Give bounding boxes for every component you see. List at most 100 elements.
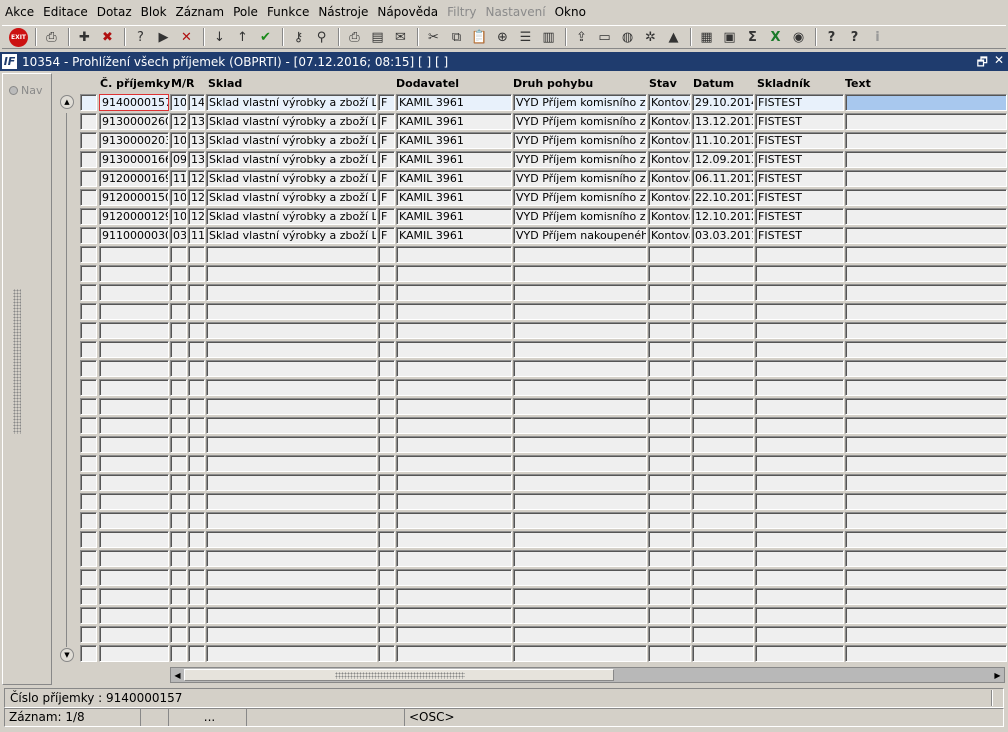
cell-mesic[interactable]: 10 [170,132,187,149]
cell-cislo[interactable] [99,417,169,434]
cell-skladnik[interactable] [755,474,844,491]
cell-text[interactable] [845,132,1007,149]
cell-datum[interactable]: 12.09.2013 [692,151,754,168]
cell-dodavatel[interactable] [396,607,512,624]
cell-text[interactable] [845,208,1007,225]
cell-text[interactable] [845,588,1007,605]
cell-stav[interactable] [648,360,691,377]
cell-flag[interactable]: F [378,208,395,225]
cell-cislo[interactable] [99,531,169,548]
cell-flag[interactable]: F [378,189,395,206]
cell-cislo[interactable] [99,588,169,605]
cell-flag[interactable]: F [378,227,395,244]
cell-dodavatel[interactable] [396,474,512,491]
row-indicator[interactable] [80,284,97,301]
row-indicator[interactable] [80,569,97,586]
cell-mesic[interactable] [170,588,187,605]
cell-skladnik[interactable]: FISTEST [755,94,844,111]
cell-datum[interactable]: 22.10.2012 [692,189,754,206]
table-row[interactable] [80,436,1008,455]
zoom-button[interactable]: ⊕ [492,27,513,48]
cell-skladnik[interactable]: FISTEST [755,151,844,168]
cell-stav[interactable] [648,588,691,605]
table-row[interactable] [80,455,1008,474]
cell-stav[interactable]: Kontová [648,132,691,149]
row-indicator[interactable] [80,455,97,472]
cell-druh[interactable] [513,531,647,548]
cell-rok[interactable]: 14 [188,94,205,111]
cell-skladnik[interactable]: FISTEST [755,208,844,225]
cell-dodavatel[interactable] [396,626,512,643]
close-window-button[interactable]: ✕ [994,53,1004,74]
table-row[interactable]: 9120000150 10 12 Sklad vlastní výrobky a zb… [80,189,1008,208]
cell-cislo[interactable] [99,265,169,282]
cell-rok[interactable] [188,379,205,396]
table-row[interactable] [80,493,1008,512]
cell-skladnik[interactable] [755,303,844,320]
cell-datum[interactable]: 11.10.2013 [692,132,754,149]
scroll-left-icon[interactable]: ◀ [171,668,184,682]
row-indicator[interactable] [80,550,97,567]
cell-druh[interactable] [513,493,647,510]
cell-rok[interactable] [188,455,205,472]
cell-sklad[interactable] [206,303,377,320]
cell-cislo[interactable] [99,436,169,453]
cell-mesic[interactable] [170,284,187,301]
query-button[interactable]: ? [130,27,151,48]
cell-mesic[interactable] [170,455,187,472]
cell-stav[interactable]: Kontová [648,227,691,244]
table-row[interactable] [80,417,1008,436]
menu-dotaz[interactable]: Dotaz [96,5,137,19]
cell-text[interactable] [845,284,1007,301]
cell-cislo[interactable] [99,322,169,339]
cell-datum[interactable] [692,493,754,510]
cell-druh[interactable] [513,341,647,358]
table-row[interactable] [80,607,1008,626]
table-row[interactable]: 9130000166 09 13 Sklad vlastní výrobky a zb… [80,151,1008,170]
cell-cislo[interactable]: 9120000150 [99,189,169,206]
cell-datum[interactable]: 06.11.2012 [692,170,754,187]
cell-dodavatel[interactable] [396,341,512,358]
menu-editace[interactable]: Editace [42,5,93,19]
cell-stav[interactable] [648,569,691,586]
cell-mesic[interactable] [170,398,187,415]
cell-text[interactable] [845,360,1007,377]
cell-flag[interactable] [378,455,395,472]
menu-pole[interactable]: Pole [232,5,263,19]
cell-dodavatel[interactable] [396,493,512,510]
table-row[interactable]: 9140000157 10 14 Sklad vlastní výrobky a zb… [80,94,1008,113]
cell-sklad[interactable]: Sklad vlastní výrobky a zboží Liber [206,151,377,168]
nav-splitter-grip[interactable] [13,289,21,434]
cell-text[interactable] [845,227,1007,244]
cell-druh[interactable] [513,417,647,434]
filter-button[interactable]: ⚲ [311,27,332,48]
row-indicator[interactable] [80,512,97,529]
cell-druh[interactable] [513,626,647,643]
cell-cislo[interactable]: 9130000260 [99,113,169,130]
cell-skladnik[interactable] [755,341,844,358]
cell-mesic[interactable] [170,265,187,282]
row-indicator[interactable] [80,360,97,377]
cell-dodavatel[interactable] [396,531,512,548]
row-indicator[interactable] [80,132,97,149]
cell-druh[interactable] [513,265,647,282]
key-button[interactable]: ⚷ [288,27,309,48]
cell-sklad[interactable] [206,360,377,377]
cell-dodavatel[interactable] [396,284,512,301]
row-indicator[interactable] [80,474,97,491]
cell-datum[interactable] [692,626,754,643]
cell-skladnik[interactable] [755,436,844,453]
cell-text[interactable] [845,436,1007,453]
row-indicator[interactable] [80,436,97,453]
context-help-button[interactable]: ? [844,27,865,48]
cell-datum[interactable] [692,322,754,339]
cell-text[interactable] [845,246,1007,263]
copy-button[interactable]: ⧉ [446,27,467,48]
cell-mesic[interactable] [170,550,187,567]
cell-text[interactable] [845,398,1007,415]
menu-blok[interactable]: Blok [140,5,172,19]
table-row[interactable] [80,474,1008,493]
cell-skladnik[interactable] [755,531,844,548]
cell-skladnik[interactable] [755,626,844,643]
cell-rok[interactable] [188,303,205,320]
